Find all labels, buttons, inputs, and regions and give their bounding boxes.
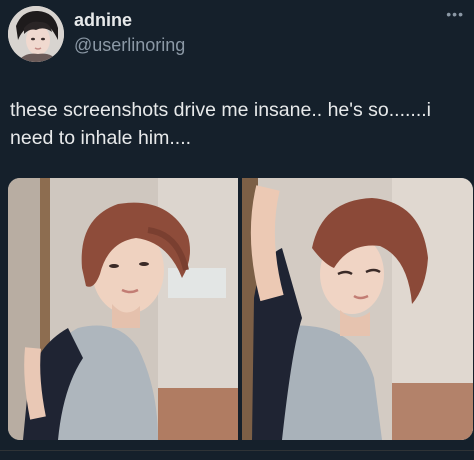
display-name[interactable]: adnine	[74, 10, 132, 31]
photo-left-image	[8, 178, 238, 440]
divider	[0, 450, 474, 451]
photo-right[interactable]	[242, 178, 473, 440]
more-options-icon[interactable]: •••	[446, 6, 464, 22]
avatar-image	[8, 6, 64, 62]
photo-left[interactable]	[8, 178, 238, 440]
photo-right-image	[242, 178, 473, 440]
user-handle[interactable]: @userlinoring	[74, 35, 185, 56]
tweet-text: these screenshots drive me insane.. he's…	[10, 99, 432, 149]
avatar[interactable]	[8, 6, 64, 62]
media-grid[interactable]	[8, 178, 473, 440]
